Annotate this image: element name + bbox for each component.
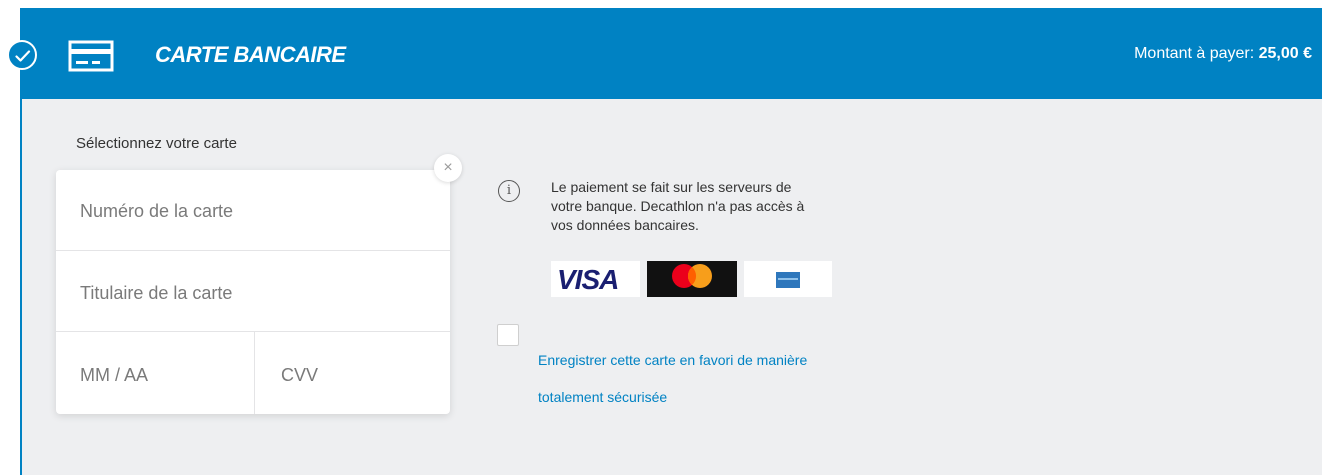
cvv-placeholder: CVV (281, 365, 319, 385)
expiry-placeholder: MM / AA (80, 365, 149, 385)
cvv-field[interactable]: CVV (255, 332, 450, 414)
clear-form-button[interactable]: × (434, 154, 462, 182)
payment-method-title: CARTE BANCAIRE (155, 42, 346, 67)
card-holder-placeholder: Titulaire de la carte (80, 283, 233, 303)
save-card-label-line-1: Enregistrer cette carte en favori de man… (538, 352, 808, 368)
selected-check-badge (7, 40, 37, 70)
save-card-label[interactable]: Enregistrer cette carte en favori de man… (538, 342, 898, 416)
save-card-label-line-2: totalement sécurisée (538, 389, 668, 405)
card-holder-field[interactable]: Titulaire de la carte (56, 251, 450, 332)
amount-to-pay: Montant à payer: 25,00 € (1134, 45, 1312, 63)
visa-logo: VISA (551, 261, 640, 297)
notice-line-3: vos données bancaires. (551, 217, 699, 233)
info-icon: i (498, 180, 520, 202)
amount-value: 25,00 € (1258, 45, 1312, 62)
notice-line-1: Le paiement se fait sur les serveurs de (551, 179, 792, 195)
amex-logo (744, 261, 832, 297)
amount-label: Montant à payer: (1134, 45, 1259, 62)
select-card-label: Sélectionnez votre carte (76, 135, 237, 152)
visa-wordmark: VISA (557, 264, 619, 295)
mastercard-logo (647, 261, 737, 297)
check-icon (15, 50, 31, 62)
payment-method-header[interactable]: CARTE BANCAIRE Montant à payer: 25,00 € (22, 8, 1322, 99)
card-number-placeholder: Numéro de la carte (80, 201, 234, 221)
expiry-date-field[interactable]: MM / AA (56, 332, 255, 414)
amex-icon (776, 272, 800, 288)
mastercard-circles-icon (672, 264, 712, 288)
card-number-field[interactable]: Numéro de la carte (56, 170, 450, 251)
bank-security-notice: Le paiement se fait sur les serveurs de … (551, 178, 871, 235)
save-card-checkbox[interactable] (497, 324, 519, 346)
close-icon: × (443, 159, 453, 176)
card-entry-form: Numéro de la carte Titulaire de la carte… (56, 170, 450, 414)
credit-card-icon (68, 40, 114, 72)
notice-line-2: votre banque. Decathlon n'a pas accès à (551, 198, 805, 214)
